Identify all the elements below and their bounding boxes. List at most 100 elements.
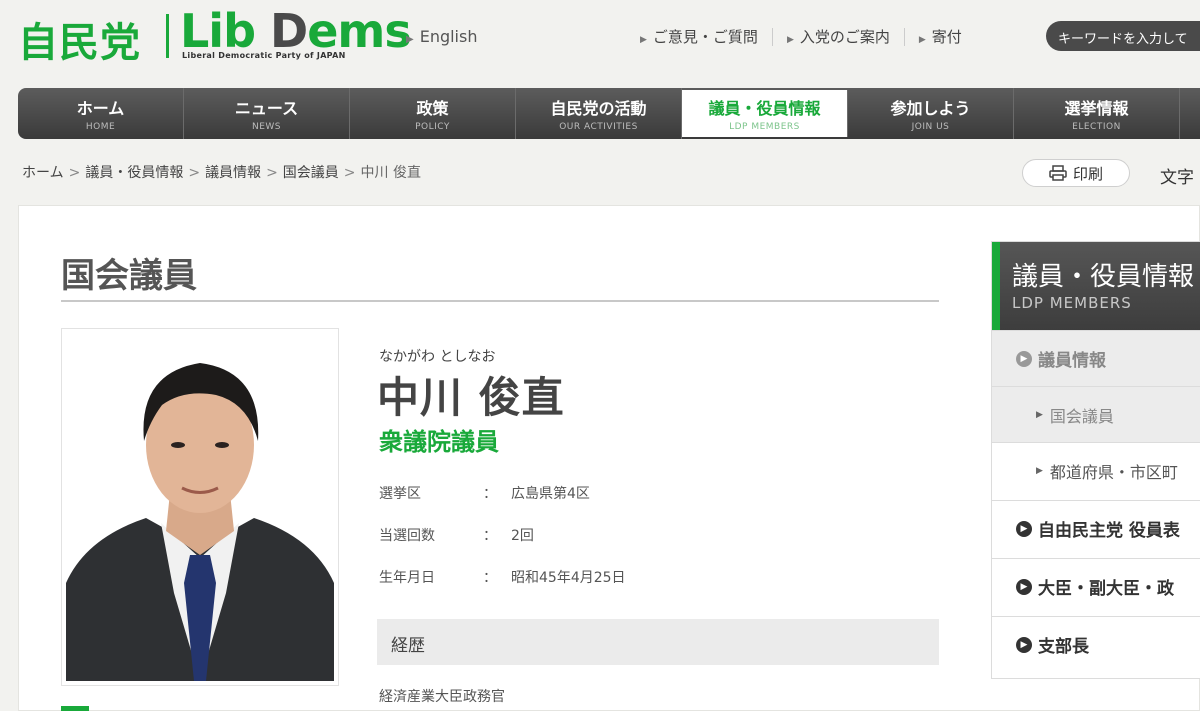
side-item-label: 議員情報	[1038, 351, 1106, 371]
info-label: 生年月日	[379, 570, 435, 586]
print-button[interactable]: 印刷	[1022, 159, 1130, 187]
side-nav-header: 議員・役員情報 LDP MEMBERS	[992, 242, 1200, 330]
font-size-label: 文字	[1160, 168, 1194, 188]
logo-subtitle: Liberal Democratic Party of JAPAN	[182, 51, 346, 60]
triangle-right-icon: ▶	[918, 35, 926, 45]
info-colon: ：	[483, 528, 497, 544]
breadcrumb-link[interactable]: 国会議員	[283, 165, 339, 181]
nav-label-jp: 選挙情報	[1064, 99, 1129, 118]
triangle-right-icon: ▶	[406, 34, 414, 45]
search-input[interactable]: キーワードを入力して	[1046, 21, 1200, 51]
info-value: 2回	[511, 528, 534, 544]
side-item-party-officers[interactable]: ▶ 自由民主党 役員表	[992, 500, 1200, 556]
breadcrumb-separator: >	[266, 165, 278, 181]
side-item-label: 都道府県・市区町	[1049, 462, 1178, 482]
nav-item-election[interactable]: 選挙情報 ELECTION	[1014, 88, 1180, 139]
member-photo	[61, 328, 339, 686]
logo-en-d: D	[270, 4, 308, 58]
nav-item-policy[interactable]: 政策 POLICY	[350, 88, 516, 139]
breadcrumb-link[interactable]: 議員・役員情報	[85, 165, 183, 181]
triangle-right-icon: ▶	[786, 35, 794, 45]
info-row-birthdate: 生年月日 ： 昭和45年4月25日	[379, 567, 626, 587]
nav-label-jp: 議員・役員情報	[708, 99, 821, 118]
breadcrumb-separator: >	[188, 165, 201, 181]
member-house: 衆議院議員	[379, 428, 499, 456]
circle-chevron-icon: ▶	[1016, 520, 1032, 537]
nav-label-en: HOME	[85, 122, 116, 132]
util-divider	[903, 27, 905, 46]
nav-item-activities[interactable]: 自民党の活動 OUR ACTIVITIES	[516, 88, 682, 139]
english-link[interactable]: ▶ English	[406, 27, 477, 46]
title-divider	[61, 300, 939, 302]
circle-chevron-icon: ▶	[1016, 350, 1032, 367]
triangle-right-icon: ▶	[1036, 409, 1043, 420]
side-item-member-info[interactable]: ▶ 議員情報	[992, 330, 1200, 386]
side-item-label: 大臣・副大臣・政	[1038, 579, 1174, 599]
info-row-elected-count: 当選回数 ： 2回	[379, 525, 534, 545]
nav-item-members[interactable]: 議員・役員情報 LDP MEMBERS	[682, 90, 848, 137]
breadcrumb-separator: >	[343, 165, 356, 181]
nav-item-join[interactable]: 参加しよう JOIN US	[848, 88, 1014, 139]
member-portrait-image	[66, 333, 334, 681]
triangle-right-icon: ▶	[640, 35, 647, 45]
global-nav: ホーム HOME ニュース NEWS 政策 POLICY 自民党の活動 OUR ACTI…	[18, 88, 1200, 139]
info-row-district: 選挙区 ： 広島県第4区	[379, 483, 590, 503]
printer-icon	[1049, 165, 1067, 181]
logo-jp[interactable]: 自民党	[18, 10, 141, 68]
nav-label-jp: 自民党の活動	[550, 99, 647, 118]
side-item-label: 自由民主党 役員表	[1038, 521, 1180, 541]
english-link-label: English	[419, 27, 478, 46]
util-link-donate[interactable]: ▶ 寄付	[919, 26, 962, 47]
side-item-diet-members[interactable]: ▶ 国会議員	[992, 386, 1200, 442]
breadcrumb-separator: >	[68, 165, 81, 181]
info-label: 当選回数	[379, 528, 435, 544]
breadcrumb-current: 中川 俊直	[360, 165, 421, 181]
info-value: 広島県第4区	[511, 486, 590, 502]
breadcrumb-link[interactable]: ホーム	[22, 165, 64, 181]
nav-label-jp: 参加しよう	[890, 99, 971, 118]
career-heading: 経歴	[377, 619, 939, 665]
site-header: 自民党 Lib Dems Liberal Democratic Party of…	[0, 0, 1200, 84]
career-item: 経済産業大臣政務官	[379, 689, 505, 705]
nav-label-en: POLICY	[415, 122, 450, 132]
nav-item-home[interactable]: ホーム HOME	[18, 88, 184, 139]
nav-label-en: LDP MEMBERS	[729, 122, 800, 132]
nav-label-jp: ホーム	[76, 99, 125, 118]
side-nav-subtitle: LDP MEMBERS	[1012, 294, 1132, 312]
nav-label-jp: ニュース	[234, 99, 299, 118]
side-nav-title: 議員・役員情報	[1012, 262, 1195, 292]
side-item-ministers[interactable]: ▶ 大臣・副大臣・政	[992, 558, 1200, 614]
side-item-branch-heads[interactable]: ▶ 支部長	[992, 616, 1200, 672]
nav-label-en: OUR ACTIVITIES	[559, 122, 638, 132]
util-link-label: 寄付	[931, 28, 962, 46]
util-link-label: 入党のご案内	[799, 28, 890, 46]
info-colon: ：	[483, 486, 497, 502]
member-name: 中川 俊直	[377, 373, 565, 422]
util-link-join[interactable]: ▶ 入党のご案内	[787, 26, 890, 47]
logo-divider	[166, 14, 169, 58]
side-item-prefectural[interactable]: ▶ 都道府県・市区町	[992, 442, 1200, 498]
side-item-label: 国会議員	[1049, 406, 1114, 426]
nav-label-jp: 政策	[416, 99, 449, 118]
circle-chevron-icon: ▶	[1016, 578, 1032, 595]
triangle-right-icon: ▶	[1036, 465, 1043, 476]
util-link-feedback[interactable]: ▶ ご意見・ご質問	[640, 26, 758, 47]
circle-chevron-icon: ▶	[1016, 636, 1032, 653]
info-colon: ：	[483, 570, 497, 586]
main-content: 国会議員 なかがわ としなお 中川 俊直 衆議院議員 選挙区：広島県第4区 当選…	[18, 205, 1200, 711]
util-divider	[771, 27, 773, 46]
util-link-label: ご意見・ご質問	[652, 28, 758, 46]
side-nav: 議員・役員情報 LDP MEMBERS ▶ 議員情報 ▶ 国会議員 ▶ 都道府県・市区…	[991, 241, 1200, 679]
member-furigana: なかがわ としなお	[379, 349, 496, 365]
print-label: 印刷	[1072, 164, 1103, 183]
side-item-label: 支部長	[1038, 637, 1089, 657]
logo-en-suffix: ems	[307, 4, 412, 58]
logo-en[interactable]: Lib Dems	[180, 4, 412, 58]
logo-en-prefix: Lib	[180, 4, 271, 58]
nav-label-en: JOIN US	[911, 122, 950, 132]
nav-label-en: ELECTION	[1072, 122, 1121, 132]
nav-item-news[interactable]: ニュース NEWS	[184, 88, 350, 139]
breadcrumb-link[interactable]: 議員情報	[205, 165, 261, 181]
info-value: 昭和45年4月25日	[511, 570, 626, 586]
photo-badge	[61, 706, 89, 711]
